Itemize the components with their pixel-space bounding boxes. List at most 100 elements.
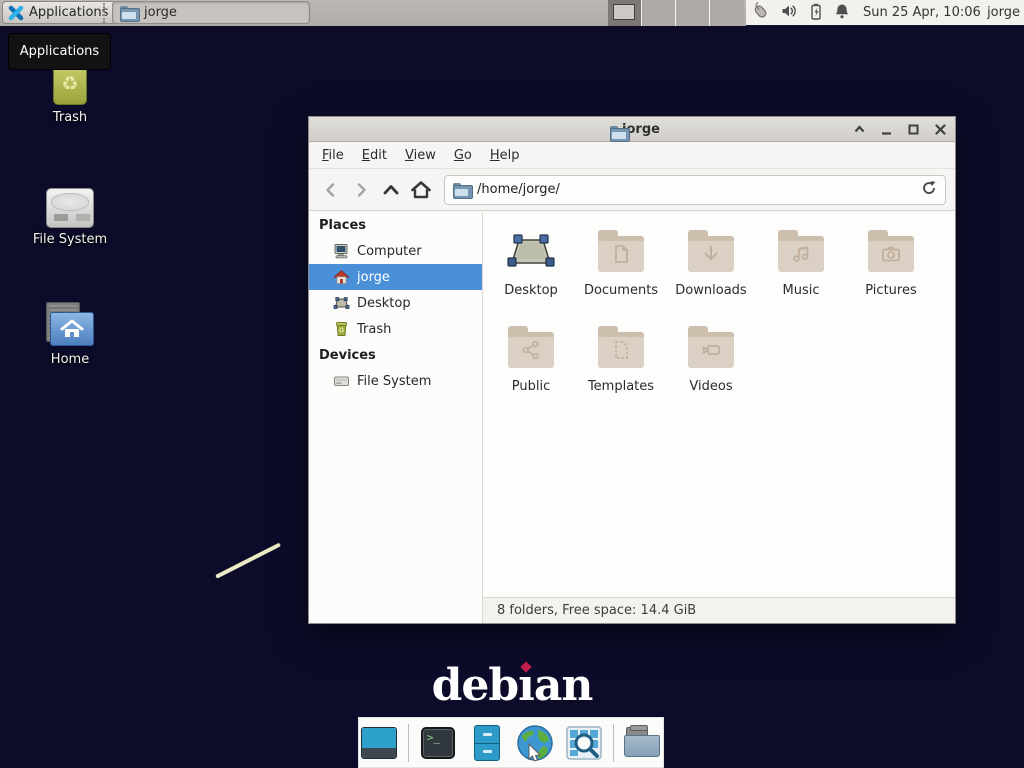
dock-separator — [613, 724, 614, 762]
menu-edit[interactable]: Edit — [353, 144, 396, 167]
home-button[interactable] — [408, 176, 434, 204]
file-manager-window: jorge File Edit View Go Help — [308, 116, 956, 624]
sidebar-item-label: Trash — [357, 322, 391, 337]
reload-button[interactable] — [921, 180, 937, 200]
workspace-window-thumbnail — [613, 4, 635, 20]
folder-label: Public — [512, 379, 550, 394]
up-button[interactable] — [378, 176, 404, 204]
file-grid: Desktop Documents — [483, 212, 955, 597]
taskbar-window-label: jorge — [144, 5, 177, 20]
notifications-bell-icon[interactable] — [834, 3, 850, 24]
mouse-settings-icon[interactable] — [751, 2, 770, 25]
sidebar-item-filesystem[interactable]: File System — [309, 368, 482, 394]
folder-item-videos[interactable]: Videos — [666, 320, 756, 416]
panel-clock[interactable]: Sun 25 Apr, 10:06 — [863, 0, 981, 26]
workspace-1[interactable] — [608, 0, 642, 26]
close-button[interactable] — [933, 123, 947, 137]
sidebar-item-label: File System — [357, 374, 431, 389]
application-finder-icon — [566, 726, 602, 760]
applications-menu-label: Applications — [29, 5, 108, 20]
desktop-icon-label: Home — [15, 352, 125, 367]
workspace-4[interactable] — [710, 0, 744, 26]
statusbar: 8 folders, Free space: 14.4 GiB — [483, 597, 955, 623]
share-icon — [520, 339, 542, 361]
dock-directory-menu-button[interactable] — [623, 723, 663, 763]
cursor-trail-artifact — [215, 543, 281, 579]
house-glyph-icon — [60, 319, 84, 339]
desktop-icon-filesystem[interactable]: File System — [15, 174, 125, 247]
desktop-icon-home[interactable]: Home — [15, 294, 125, 367]
sidebar-item-label: Desktop — [357, 296, 411, 311]
sidebar-item-computer[interactable]: Computer — [309, 238, 482, 264]
battery-icon[interactable] — [809, 3, 823, 24]
desktop-icon-label: Trash — [15, 110, 125, 125]
sidebar-item-desktop[interactable]: Desktop — [309, 290, 482, 316]
trash-icon: ♻ — [333, 321, 350, 337]
menu-view[interactable]: View — [396, 144, 445, 167]
video-camera-icon — [700, 339, 722, 361]
taskbar-window-button[interactable]: jorge — [112, 1, 310, 24]
dock-web-browser-button[interactable] — [516, 723, 556, 763]
location-folder-icon — [453, 183, 470, 197]
camera-icon — [880, 243, 902, 265]
sidebar: Places Computer jorge — [309, 212, 483, 623]
menu-file[interactable]: File — [313, 144, 353, 167]
tooltip-text: Applications — [20, 44, 99, 59]
folder-item-music[interactable]: Music — [756, 224, 846, 320]
folder-item-templates[interactable]: Templates — [576, 320, 666, 416]
shade-button[interactable] — [852, 123, 866, 137]
sidebar-item-label: Computer — [357, 244, 422, 259]
folder-item-public[interactable]: Public — [486, 320, 576, 416]
titlebar[interactable]: jorge — [309, 117, 955, 142]
applications-menu-button[interactable]: Applications — [2, 1, 117, 24]
bottom-dock: >_ — [358, 717, 664, 768]
sidebar-item-home[interactable]: jorge — [309, 264, 482, 290]
download-arrow-icon — [700, 243, 722, 265]
system-tray — [748, 0, 850, 26]
sidebar-item-label: jorge — [357, 270, 390, 285]
folder-item-documents[interactable]: Documents — [576, 224, 666, 320]
menu-help[interactable]: Help — [481, 144, 529, 167]
globe-icon — [516, 724, 554, 762]
panel-handle[interactable] — [103, 3, 105, 23]
location-bar[interactable]: /home/jorge/ — [444, 175, 946, 205]
back-button[interactable] — [318, 176, 344, 204]
top-panel: Applications jorge — [0, 0, 1024, 26]
folder-label: Downloads — [675, 283, 746, 298]
maximize-button[interactable] — [906, 123, 920, 137]
dock-file-manager-button[interactable] — [467, 723, 507, 763]
folder-item-downloads[interactable]: Downloads — [666, 224, 756, 320]
dock-window-button[interactable] — [359, 723, 399, 763]
debian-logo: debıan — [0, 660, 1024, 711]
home-folder-icon — [44, 302, 96, 348]
terminal-icon: >_ — [421, 727, 455, 759]
folder-label: Videos — [689, 379, 732, 394]
dock-terminal-button[interactable]: >_ — [418, 723, 458, 763]
file-pane: Desktop Documents — [483, 212, 955, 623]
logo-text: deb — [432, 660, 519, 711]
minimize-button[interactable] — [879, 123, 893, 137]
location-path[interactable]: /home/jorge/ — [477, 182, 914, 197]
xfce-logo-icon — [8, 5, 24, 21]
computer-icon — [333, 243, 350, 259]
folder-item-pictures[interactable]: Pictures — [846, 224, 936, 320]
volume-icon[interactable] — [781, 3, 798, 23]
forward-button[interactable] — [348, 176, 374, 204]
folder-label: Desktop — [504, 283, 558, 298]
panel-user-menu[interactable]: jorge — [987, 0, 1020, 26]
applications-tooltip: Applications — [8, 33, 111, 70]
places-header: Places — [309, 214, 482, 238]
workspace-3[interactable] — [676, 0, 710, 26]
drive-icon — [333, 373, 350, 389]
sidebar-item-trash[interactable]: ♻ Trash — [309, 316, 482, 342]
folder-icon — [624, 727, 662, 759]
folder-label: Templates — [588, 379, 654, 394]
workspace-2[interactable] — [642, 0, 676, 26]
menu-go[interactable]: Go — [445, 144, 481, 167]
dock-app-finder-button[interactable] — [564, 723, 604, 763]
folder-item-desktop[interactable]: Desktop — [486, 224, 576, 320]
workspace-switcher[interactable] — [608, 0, 744, 26]
template-document-icon — [610, 339, 632, 361]
folder-label: Music — [783, 283, 820, 298]
window-folder-icon — [120, 6, 138, 20]
